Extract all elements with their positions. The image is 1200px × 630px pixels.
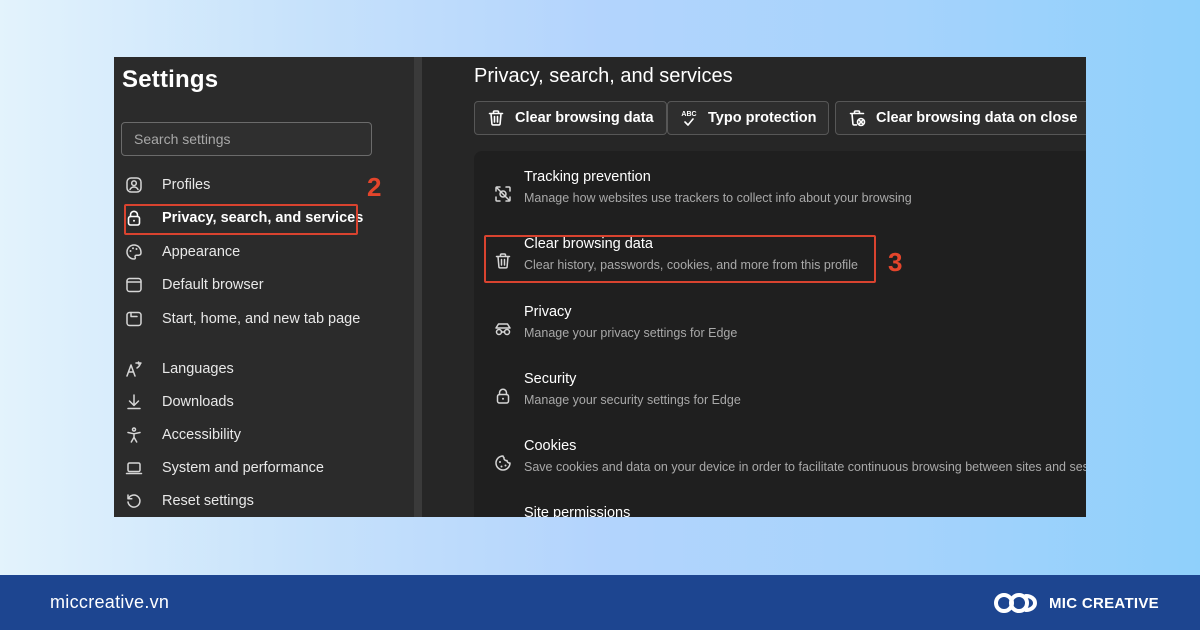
row-security[interactable]: Security Manage your security settings f… xyxy=(474,369,1086,421)
languages-icon xyxy=(124,359,144,379)
sidebar-item-profiles[interactable]: Profiles xyxy=(124,169,210,201)
typo-protection-button[interactable]: ABC Typo protection xyxy=(667,101,830,135)
tracking-icon xyxy=(492,183,514,205)
page-title: Privacy, search, and services xyxy=(474,65,733,87)
sidebar-item-label: Appearance xyxy=(162,244,241,260)
sidebar-item-start-home[interactable]: Start, home, and new tab page xyxy=(124,303,360,335)
row-description: Clear history, passwords, cookies, and m… xyxy=(524,258,858,272)
sidebar-item-label: Profiles xyxy=(162,177,211,193)
sidebar: Settings Profiles Privacy, search, and s… xyxy=(114,57,414,517)
lock-icon xyxy=(492,385,514,407)
step-number-2: 2 xyxy=(367,172,382,202)
row-title: Site permissions xyxy=(524,505,631,517)
lock-icon xyxy=(124,208,144,228)
sidebar-item-reset[interactable]: Reset settings xyxy=(124,485,254,517)
sidebar-item-downloads[interactable]: Downloads xyxy=(124,386,234,418)
sidebar-item-privacy[interactable]: Privacy, search, and services xyxy=(124,202,363,234)
sidebar-item-label: Start, home, and new tab page xyxy=(162,311,361,327)
accessibility-icon xyxy=(124,425,144,445)
sidebar-item-label: Reset settings xyxy=(162,493,254,509)
sidebar-item-label: Languages xyxy=(162,361,234,377)
settings-title: Settings xyxy=(122,66,219,93)
sidebar-item-appearance[interactable]: Appearance xyxy=(124,236,240,268)
spellcheck-icon-text: ABC xyxy=(681,110,697,118)
row-site-permissions[interactable]: Site permissions xyxy=(474,503,1086,517)
brand-name: MIC CREATIVE xyxy=(1049,594,1159,612)
profile-icon xyxy=(124,175,144,195)
button-label: Clear browsing data on close xyxy=(876,110,1078,126)
row-description: Manage your security settings for Edge xyxy=(524,393,741,407)
sidebar-item-system[interactable]: System and performance xyxy=(124,452,324,484)
laptop-icon xyxy=(124,458,144,478)
pane-divider[interactable] xyxy=(414,57,422,517)
clear-browsing-data-button[interactable]: Clear browsing data xyxy=(474,101,667,135)
privacy-glasses-icon xyxy=(492,318,514,340)
row-tracking-prevention[interactable]: Tracking prevention Manage how websites … xyxy=(474,167,1086,219)
footer-banner: miccreative.vn MIC CREATIVE xyxy=(0,575,1200,630)
row-description: Manage your privacy settings for Edge xyxy=(524,326,738,340)
reset-icon xyxy=(124,491,144,511)
browser-icon xyxy=(124,275,144,295)
trash-icon xyxy=(492,250,514,272)
sidebar-item-label: Default browser xyxy=(162,277,264,293)
sidebar-item-label: Accessibility xyxy=(162,427,241,443)
row-title: Clear browsing data xyxy=(524,236,653,252)
button-label: Typo protection xyxy=(708,110,817,126)
spellcheck-icon: ABC xyxy=(680,109,698,127)
row-description: Manage how websites use trackers to coll… xyxy=(524,191,912,205)
row-clear-browsing-data[interactable]: Clear browsing data Clear history, passw… xyxy=(474,234,1086,286)
button-label: Clear browsing data xyxy=(515,110,654,126)
row-privacy[interactable]: Privacy Manage your privacy settings for… xyxy=(474,302,1086,354)
settings-screenshot: Settings Profiles Privacy, search, and s… xyxy=(114,57,1086,517)
step-number-3: 3 xyxy=(888,247,903,277)
trash-icon xyxy=(487,109,505,127)
sidebar-item-default-browser[interactable]: Default browser xyxy=(124,269,264,301)
download-icon xyxy=(124,392,144,412)
sidebar-item-languages[interactable]: Languages xyxy=(124,353,234,385)
search-settings-input[interactable] xyxy=(134,131,359,147)
main-content: Privacy, search, and services Clear brow… xyxy=(422,57,1086,517)
mic-creative-logo-icon xyxy=(993,588,1039,618)
cookie-icon xyxy=(492,452,514,474)
palette-icon xyxy=(124,242,144,262)
privacy-settings-card: Tracking prevention Manage how websites … xyxy=(474,151,1086,517)
brand: MIC CREATIVE xyxy=(993,588,1159,618)
row-title: Tracking prevention xyxy=(524,169,651,185)
row-title: Cookies xyxy=(524,438,577,454)
home-page-icon xyxy=(124,309,144,329)
sidebar-item-accessibility[interactable]: Accessibility xyxy=(124,419,241,451)
footer-website[interactable]: miccreative.vn xyxy=(50,592,169,613)
row-title: Privacy xyxy=(524,304,572,320)
sidebar-item-label: System and performance xyxy=(162,460,324,476)
clear-on-close-button[interactable]: Clear browsing data on close xyxy=(835,101,1086,135)
trash-close-icon xyxy=(848,109,866,127)
sidebar-item-label: Privacy, search, and services xyxy=(162,210,364,226)
row-description: Save cookies and data on your device in … xyxy=(524,460,1086,474)
row-cookies[interactable]: Cookies Save cookies and data on your de… xyxy=(474,436,1086,488)
sidebar-item-label: Downloads xyxy=(162,394,234,410)
search-settings-box[interactable] xyxy=(121,122,372,156)
row-title: Security xyxy=(524,371,577,387)
